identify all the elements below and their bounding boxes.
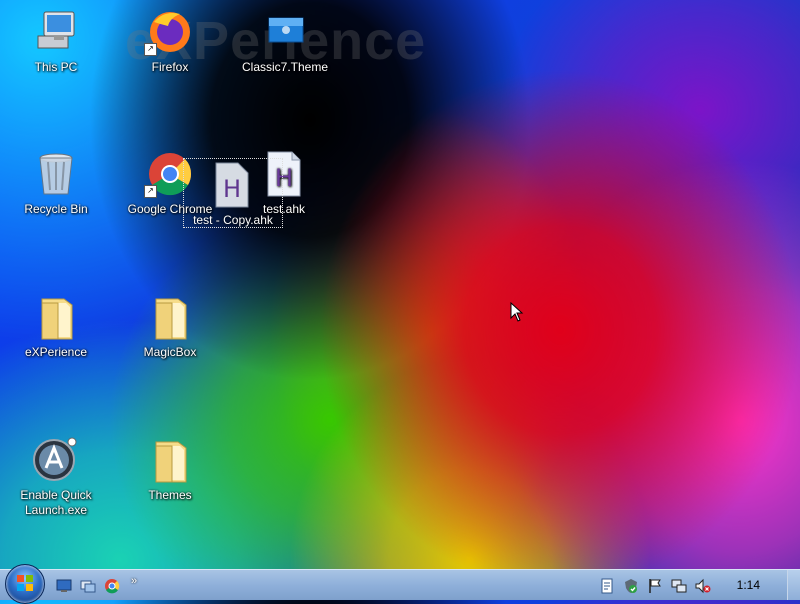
taskbar-clock[interactable]: 1:14 [737, 578, 760, 592]
desktop-icon-classic7-theme[interactable]: Classic7.Theme [237, 8, 333, 75]
computer-icon [32, 8, 80, 56]
start-button[interactable] [5, 564, 45, 604]
desktop-icon-this-pc[interactable]: This PC [8, 8, 104, 75]
shortcut-arrow-icon: ↗ [144, 185, 157, 198]
desktop-icon-label: MagicBox [143, 345, 197, 359]
folder-icon [146, 436, 194, 484]
firefox-icon: ↗ [144, 8, 194, 56]
desktop-icon-label: Recycle Bin [24, 202, 88, 216]
folder-icon [146, 293, 194, 341]
chrome-icon[interactable] [104, 578, 120, 594]
show-desktop-icon[interactable] [56, 578, 72, 594]
drag-ghost-label: test - Copy.ahk [193, 213, 273, 227]
desktop-icon-label: Firefox [151, 60, 189, 74]
mouse-cursor-icon [510, 302, 524, 322]
quick-launch-overflow-chevron[interactable]: » [131, 575, 137, 587]
desktop-icon-enable-quick-launch[interactable]: Enable Quick Launch.exe [8, 436, 104, 518]
switch-windows-icon[interactable] [80, 578, 96, 594]
network-icon[interactable] [671, 578, 687, 594]
desktop-icon-label: Classic7.Theme [241, 60, 329, 74]
desktop-icon-label: Enable Quick Launch.exe [20, 488, 92, 517]
drag-ghost-test-copy-ahk[interactable]: H test - Copy.ahk [183, 158, 283, 228]
show-desktop-button[interactable] [787, 570, 800, 600]
taskbar: » 1:14 [0, 564, 800, 604]
theme-file-icon [261, 8, 309, 56]
svg-text:H: H [223, 175, 241, 203]
document-icon[interactable] [599, 578, 615, 594]
security-shield-icon[interactable] [623, 578, 639, 594]
folder-icon [32, 293, 80, 341]
desktop-icon-experience-folder[interactable]: eXPerience [8, 293, 104, 360]
desktop-icon-label: Themes [148, 488, 192, 502]
ahk-script-icon: H [214, 161, 250, 209]
volume-muted-icon[interactable] [695, 578, 711, 594]
desktop-icon-firefox[interactable]: ↗ Firefox [122, 8, 218, 75]
desktop-icon-label: eXPerience [24, 345, 88, 359]
windows-flag-icon [17, 575, 33, 591]
desktop-icon-label: This PC [34, 60, 78, 74]
shortcut-arrow-icon: ↗ [144, 43, 157, 56]
recycle-bin-icon [32, 150, 80, 198]
autohotkey-exe-icon [32, 436, 80, 484]
desktop-icon-recycle-bin[interactable]: Recycle Bin [8, 150, 104, 217]
action-center-flag-icon[interactable] [647, 578, 663, 594]
desktop-icon-themes-folder[interactable]: Themes [122, 436, 218, 503]
desktop-icon-magicbox-folder[interactable]: MagicBox [122, 293, 218, 360]
